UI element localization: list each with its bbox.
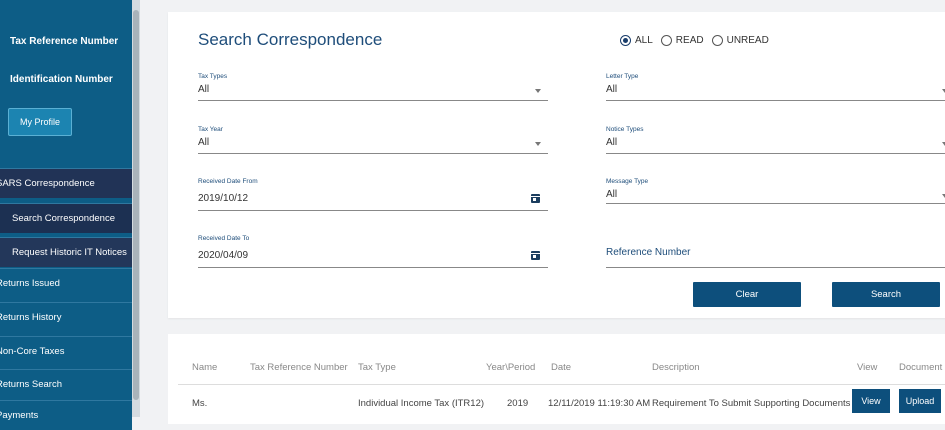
radio-all-label: ALL <box>635 35 653 46</box>
cell-name: Ms. <box>192 398 208 409</box>
column-header-year-period: Year\Period <box>486 362 536 373</box>
sidebar-scrollbar[interactable] <box>132 0 140 417</box>
received-date-to-label: Received Date To <box>198 235 250 242</box>
sidebar-item-label: Search Correspondence <box>12 213 115 224</box>
sidebar-item-label: Returns Issued <box>0 278 60 289</box>
radio-read[interactable] <box>660 35 672 46</box>
message-type-value: All <box>606 189 618 200</box>
tax-reference-number-label: Tax Reference Number <box>10 36 119 47</box>
received-date-to-value: 2020/04/09 <box>198 250 249 261</box>
letter-type-select[interactable]: Letter Type All <box>606 73 945 103</box>
upload-button[interactable]: Upload <box>899 389 941 413</box>
sidebar-item-returns-history[interactable]: Returns History <box>0 302 132 332</box>
sidebar-item-request-historic-it-notices[interactable]: Request Historic IT Notices <box>0 237 132 267</box>
sidebar-item-label: Returns Search <box>0 379 63 390</box>
received-date-to-field[interactable]: Received Date To 2020/04/09 <box>198 235 548 269</box>
chevron-down-icon <box>535 89 541 93</box>
message-type-label: Message Type <box>606 178 649 185</box>
column-header-tax-reference-number: Tax Reference Number <box>250 362 348 373</box>
radio-unread[interactable] <box>711 35 723 46</box>
tax-types-value: All <box>198 84 210 95</box>
view-button[interactable]: View <box>852 389 890 413</box>
clear-button[interactable]: Clear <box>693 282 801 307</box>
received-date-from-value: 2019/10/12 <box>198 193 249 204</box>
sidebar-item-returns-search[interactable]: Returns Search <box>0 369 132 399</box>
search-button[interactable]: Search <box>832 282 940 307</box>
sidebar-item-label: Request Historic IT Notices <box>12 247 127 258</box>
cell-year-period: 2019 <box>507 398 529 409</box>
notice-types-label: Notice Types <box>606 126 644 133</box>
tax-year-label: Tax Year <box>198 126 223 133</box>
chevron-down-icon <box>535 142 541 146</box>
cell-date: 12/11/2019 11:19:30 AM <box>548 398 651 409</box>
header-divider <box>178 384 945 385</box>
message-type-select[interactable]: Message Type All <box>606 178 945 208</box>
sidebar-item-search-correspondence[interactable]: Search Correspondence <box>0 203 132 233</box>
identification-number-label: Identification Number <box>10 74 113 85</box>
read-filter-group: ALL READ UNREAD <box>612 35 769 46</box>
radio-all[interactable] <box>620 35 631 46</box>
tax-year-value: All <box>198 137 210 148</box>
tax-types-select[interactable]: Tax Types All <box>198 73 548 103</box>
search-panel: Search Correspondence ALL READ UNREAD Ta… <box>168 12 945 318</box>
sidebar-item-sars-correspondence[interactable]: SARS Correspondence <box>0 168 132 198</box>
calendar-icon[interactable] <box>531 194 540 203</box>
radio-unread-label: UNREAD <box>726 35 769 46</box>
sidebar-item-label: Non-Core Taxes <box>0 346 65 357</box>
sidebar-item-payments[interactable]: Payments <box>0 400 132 430</box>
column-header-tax-type: Tax Type <box>358 362 396 373</box>
sidebar-item-label: SARS Correspondence <box>0 178 95 189</box>
notice-types-value: All <box>606 137 618 148</box>
tax-year-select[interactable]: Tax Year All <box>198 126 548 156</box>
my-profile-button[interactable]: My Profile <box>8 108 72 136</box>
sidebar-item-label: Returns History <box>0 312 62 323</box>
sidebar: Tax Reference Number Identification Numb… <box>0 0 132 430</box>
letter-type-value: All <box>606 84 618 95</box>
sidebar-item-returns-issued[interactable]: Returns Issued <box>0 268 132 298</box>
sidebar-item-label: Payments <box>0 410 39 421</box>
tax-types-label: Tax Types <box>198 73 228 80</box>
reference-number-input[interactable]: Reference Number <box>606 244 945 270</box>
letter-type-label: Letter Type <box>606 73 639 80</box>
column-header-view: View <box>857 362 878 373</box>
received-date-from-label: Received Date From <box>198 178 258 185</box>
column-header-date: Date <box>551 362 572 373</box>
cell-description: Requirement To Submit Supporting Documen… <box>652 398 851 409</box>
sidebar-item-non-core-taxes[interactable]: Non-Core Taxes <box>0 336 132 366</box>
notice-types-select[interactable]: Notice Types All <box>606 126 945 156</box>
column-header-document: Document <box>899 362 943 373</box>
page-title: Search Correspondence <box>198 30 383 49</box>
reference-number-label: Reference Number <box>606 247 691 258</box>
calendar-icon[interactable] <box>531 251 540 260</box>
cell-tax-type: Individual Income Tax (ITR12) <box>358 398 485 409</box>
column-header-name: Name <box>192 362 218 373</box>
sidebar-scrollbar-thumb[interactable] <box>133 10 139 400</box>
received-date-from-field[interactable]: Received Date From 2019/10/12 <box>198 178 548 212</box>
column-header-description: Description <box>652 362 700 373</box>
results-table: Name Tax Reference Number Tax Type Year\… <box>168 334 945 424</box>
radio-read-label: READ <box>675 35 704 46</box>
